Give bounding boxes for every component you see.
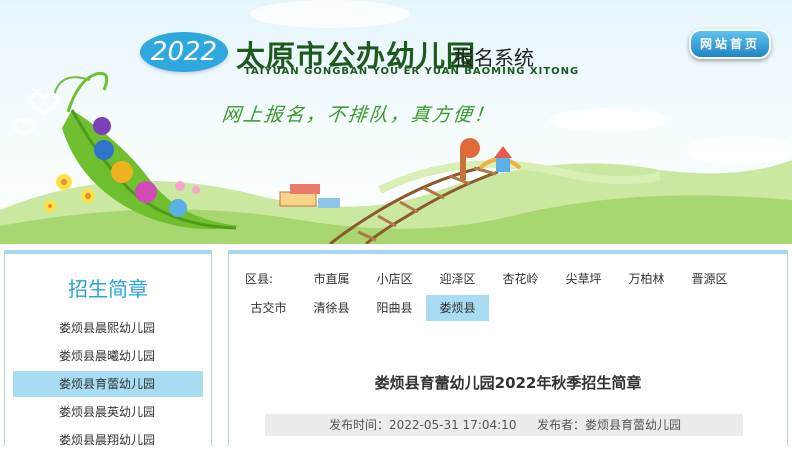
district-tab[interactable]: 万柏林 [615,266,678,292]
sidebar-item-kindergarten[interactable]: 娄烦县晨曦幼儿园 [13,343,203,369]
slogan: 网上报名，不排队，真方便！ [220,104,497,126]
district-tab[interactable]: 清徐县 [300,295,363,321]
sidebar-item-kindergarten[interactable]: 娄烦县晨英幼儿园 [13,399,203,425]
district-tab-selected[interactable]: 娄烦县 [426,295,489,321]
sidebar-item-kindergarten[interactable]: 娄烦县晨翔幼儿园 [13,427,203,453]
district-tab[interactable]: 晋源区 [678,266,741,292]
site-title-pinyin: TAIYUAN GONGBAN YOU ER YUAN BAOMING XITO… [244,66,580,77]
district-tab[interactable]: 迎泽区 [426,266,489,292]
kindergarten-list: 娄烦县晨熙幼儿园 娄烦县晨曦幼儿园 娄烦县育蕾幼儿园 娄烦县晨英幼儿园 娄烦县晨… [5,315,211,453]
sidebar-item-kindergarten-selected[interactable]: 娄烦县育蕾幼儿园 [13,371,203,397]
header-banner: 2022 太原市公办幼儿园 报名系统 TAIYUAN GONGBAN YOU E… [0,0,792,244]
district-tab[interactable]: 市直属 [300,266,363,292]
article-title: 娄烦县育蕾幼儿园2022年秋季招生简章 [374,374,642,392]
year-badge: 2022 [140,32,228,72]
district-tab[interactable]: 小店区 [363,266,426,292]
home-button[interactable]: 网站首页 [689,29,771,59]
district-tab[interactable]: 杏花岭 [489,266,552,292]
publish-time: 发布时间：2022-05-31 17:04:10 [329,418,517,432]
district-label: 区县: [245,272,274,286]
sidebar-item-kindergarten[interactable]: 娄烦县晨熙幼儿园 [13,315,203,341]
publisher: 发布者：娄烦县育蕾幼儿园 [537,418,682,432]
main-panel: 区县: 市直属 小店区 迎泽区 杏花岭 尖草坪 万柏林 晋源区 古交市 清徐县 … [228,250,788,446]
article-meta-bar: 发布时间：2022-05-31 17:04:10 发布者：娄烦县育蕾幼儿园 [265,414,743,436]
district-tab[interactable]: 阳曲县 [363,295,426,321]
sidebar: 招生简章 娄烦县晨熙幼儿园 娄烦县晨曦幼儿园 娄烦县育蕾幼儿园 娄烦县晨英幼儿园… [4,250,212,447]
district-tab[interactable]: 尖草坪 [552,266,615,292]
sidebar-title: 招生简章 [68,277,148,301]
district-tab[interactable]: 古交市 [237,295,300,321]
